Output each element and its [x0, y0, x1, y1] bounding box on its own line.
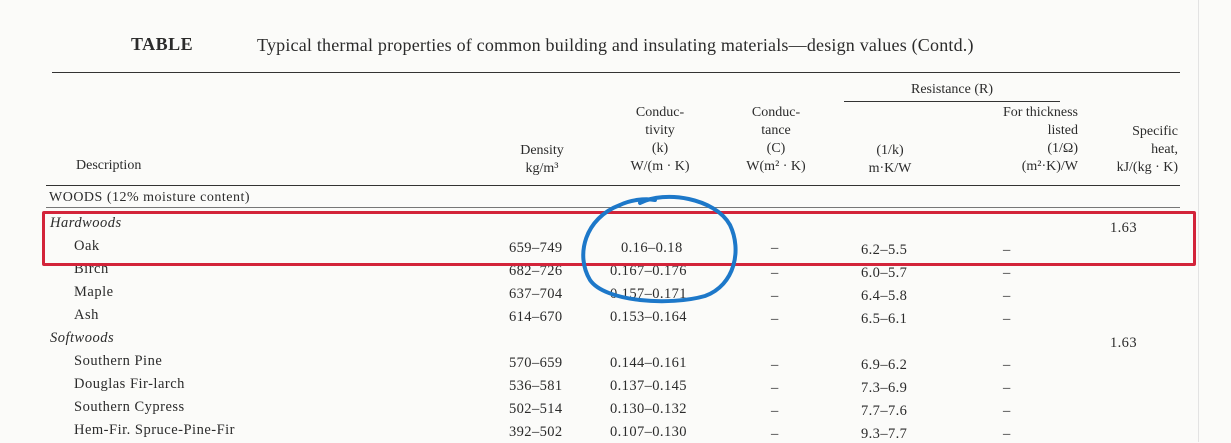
hand-drawn-circle	[581, 195, 738, 304]
circle-annotation	[581, 195, 738, 304]
